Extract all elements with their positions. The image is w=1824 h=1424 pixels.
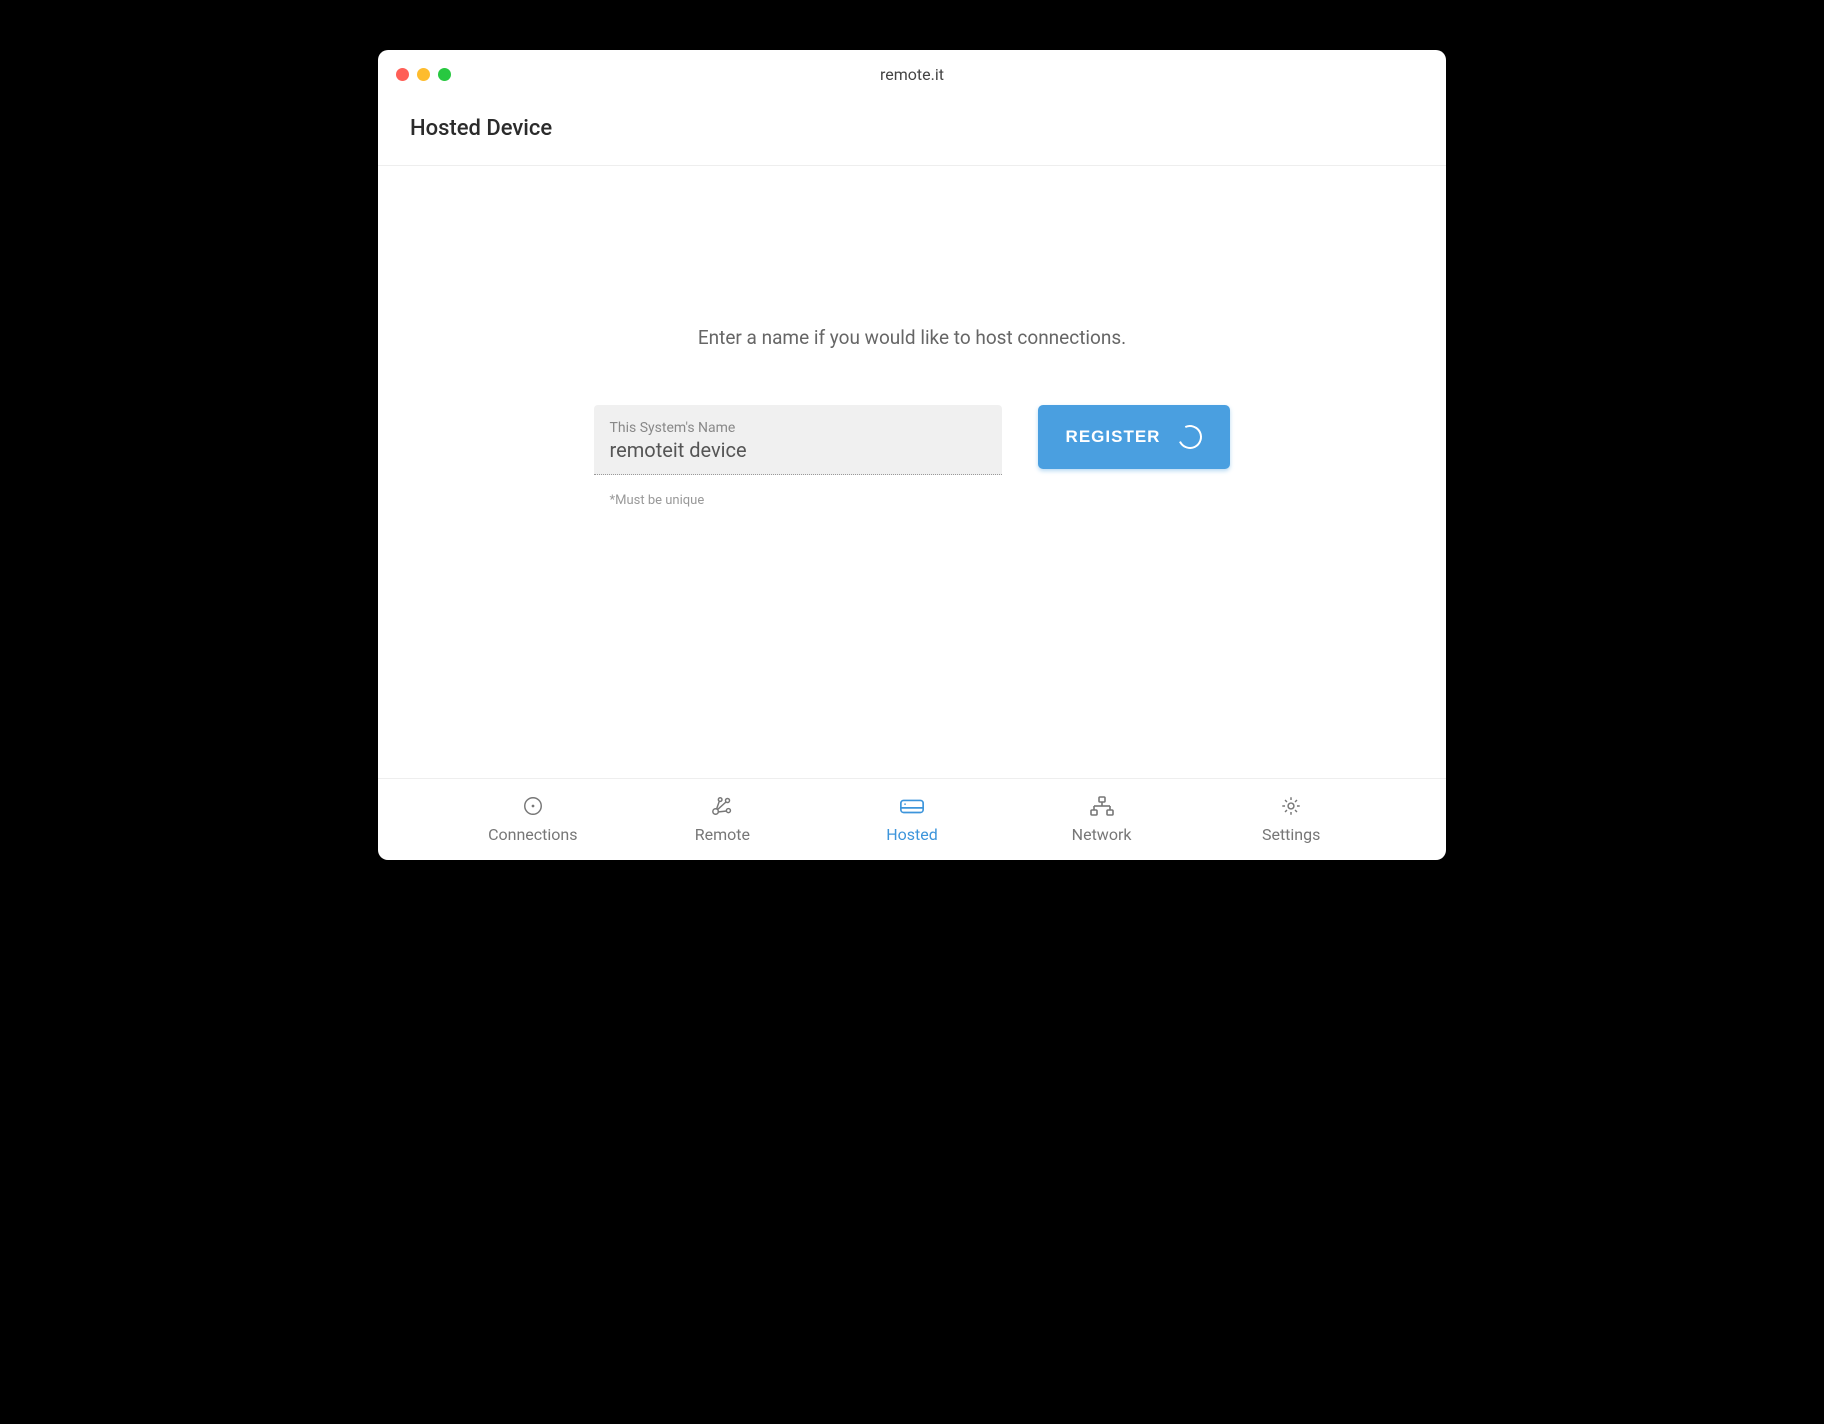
connections-icon xyxy=(520,795,546,821)
tab-label: Connections xyxy=(488,825,577,844)
system-name-label: This System's Name xyxy=(610,420,986,436)
maximize-icon[interactable] xyxy=(438,68,451,81)
window-title: remote.it xyxy=(394,65,1430,84)
tab-network[interactable]: Network xyxy=(1042,795,1162,844)
prompt-text: Enter a name if you would like to host c… xyxy=(698,326,1126,349)
remote-icon xyxy=(709,795,735,821)
titlebar: remote.it xyxy=(378,50,1446,98)
register-button-label: REGISTER xyxy=(1066,427,1161,447)
register-button[interactable]: REGISTER xyxy=(1038,405,1231,469)
close-icon[interactable] xyxy=(396,68,409,81)
register-form: This System's Name *Must be unique REGIS… xyxy=(594,405,1231,508)
tab-remote[interactable]: Remote xyxy=(662,795,782,844)
system-name-hint: *Must be unique xyxy=(610,493,1002,508)
tab-label: Settings xyxy=(1262,825,1320,844)
tab-label: Hosted xyxy=(886,825,938,844)
system-name-input-box[interactable]: This System's Name xyxy=(594,405,1002,475)
hosted-icon xyxy=(899,795,925,821)
tab-hosted[interactable]: Hosted xyxy=(852,795,972,844)
tab-settings[interactable]: Settings xyxy=(1231,795,1351,844)
app-window: remote.it Hosted Device Enter a name if … xyxy=(378,50,1446,860)
tab-label: Remote xyxy=(695,825,750,844)
tab-connections[interactable]: Connections xyxy=(473,795,593,844)
network-icon xyxy=(1089,795,1115,821)
tab-label: Network xyxy=(1072,825,1132,844)
page-title: Hosted Device xyxy=(410,116,1414,141)
system-name-input[interactable] xyxy=(610,438,986,462)
loading-spinner-icon xyxy=(1175,422,1206,453)
bottom-tabbar: Connections Remote xyxy=(378,778,1446,860)
page-header: Hosted Device xyxy=(378,98,1446,166)
main-content: Enter a name if you would like to host c… xyxy=(378,166,1446,778)
minimize-icon[interactable] xyxy=(417,68,430,81)
system-name-field-wrap: This System's Name *Must be unique xyxy=(594,405,1002,508)
traffic-lights xyxy=(396,68,451,81)
gear-icon xyxy=(1278,795,1304,821)
